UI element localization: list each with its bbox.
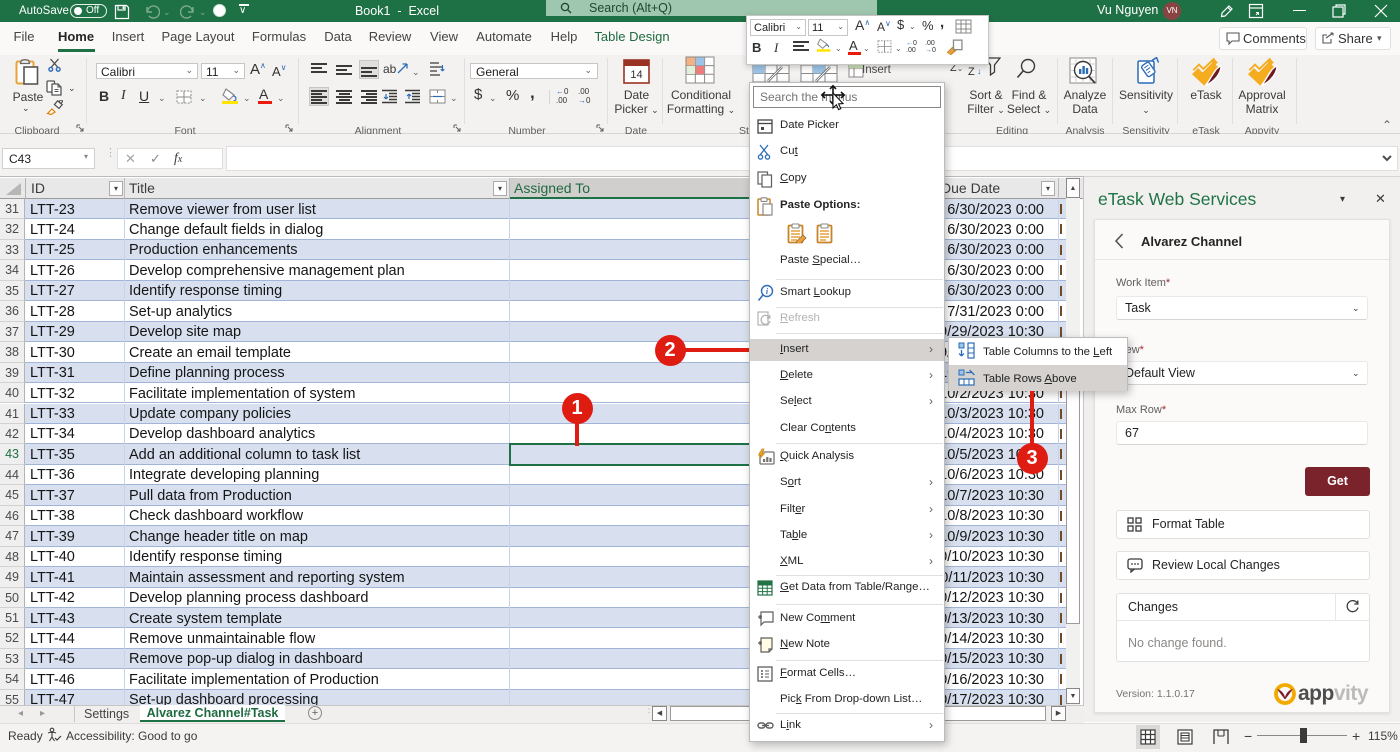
svg-text:14: 14 — [630, 69, 642, 81]
svg-text:i: i — [766, 287, 769, 296]
